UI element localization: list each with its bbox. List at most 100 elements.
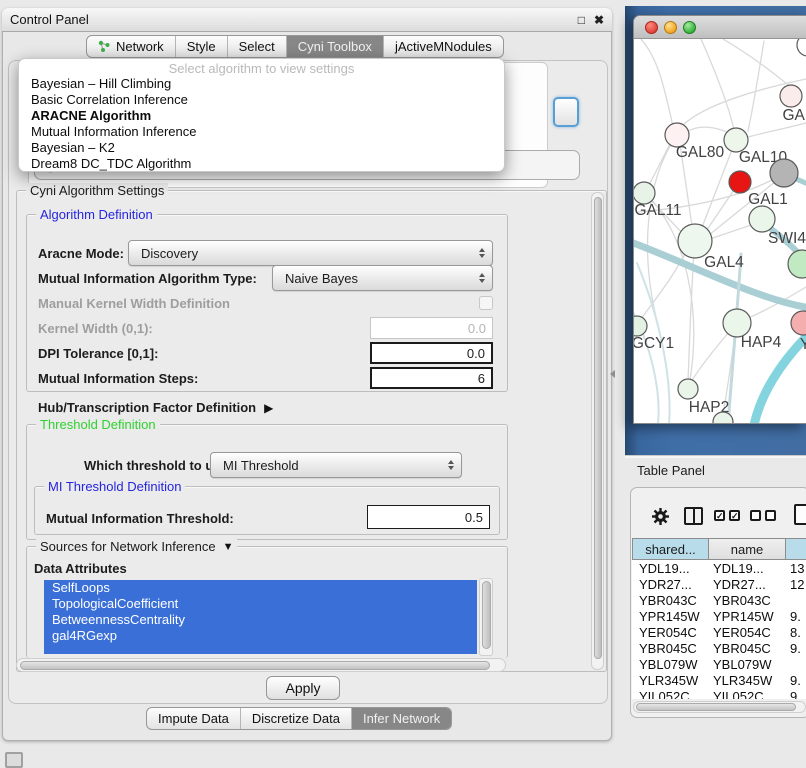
settings-scrollbar-thumb[interactable] <box>594 197 602 659</box>
new-column-icon[interactable] <box>794 504 806 525</box>
tab-style[interactable]: Style <box>175 36 227 57</box>
network-node-hap2[interactable] <box>678 379 698 399</box>
network-node-swi4[interactable] <box>749 206 775 232</box>
mi-steps-value: 6 <box>478 371 485 386</box>
table-row[interactable]: YLR345WYLR345W9. <box>632 673 806 689</box>
table-row[interactable]: YBR045CYBR045C9. <box>632 641 806 657</box>
tab-jactivemnodules-label: jActiveMNodules <box>395 39 492 54</box>
column-header-name[interactable]: name <box>709 538 786 560</box>
algorithm-option[interactable]: Bayesian – K2 <box>19 140 504 156</box>
unchecked-columns-icon[interactable] <box>750 510 776 521</box>
aracne-mode-label: Aracne Mode: <box>38 246 124 261</box>
column-header-shared[interactable]: shared... <box>632 538 709 560</box>
table-row[interactable]: YER054CYER054C8. <box>632 625 806 641</box>
network-node-gal1[interactable] <box>729 171 751 193</box>
mi-algorithm-type-combo[interactable]: Naive Bayes <box>272 265 493 291</box>
checkbox-checked-icon: ✓ <box>729 510 740 521</box>
algorithm-option[interactable]: Bayesian – Hill Climbing <box>19 76 504 92</box>
network-edge[interactable] <box>641 39 673 126</box>
tab-discretize-data[interactable]: Discretize Data <box>240 708 351 729</box>
network-node-top-right[interactable] <box>797 39 806 56</box>
network-canvas[interactable]: GALGAL80GAL10GAL1GAL11SWI4GAL4GCY1HAP4YH… <box>634 39 806 424</box>
tab-network[interactable]: Network <box>87 36 175 57</box>
table-row[interactable]: YDL19...YDL19...13 <box>632 561 806 577</box>
tab-jactivemnodules[interactable]: jActiveMNodules <box>383 36 503 57</box>
data-attribute-item[interactable]: gal4RGexp <box>44 628 477 644</box>
bottom-left-partial-icon[interactable] <box>5 752 23 768</box>
table-cell-shared: YDL19... <box>632 561 709 577</box>
tab-select[interactable]: Select <box>227 36 286 57</box>
network-node-hap4[interactable] <box>723 309 751 337</box>
table-horizontal-scrollbar[interactable] <box>633 701 806 713</box>
attributes-list-scrollbar[interactable] <box>479 578 493 656</box>
control-panel-title: Control Panel <box>10 12 569 27</box>
network-node-green-right[interactable] <box>788 250 806 278</box>
network-node-gcy1[interactable] <box>634 316 647 336</box>
aracne-mode-combo[interactable]: Discovery <box>128 240 493 266</box>
network-node-pink-right[interactable] <box>791 311 806 335</box>
table-row[interactable]: YIL052CYIL052C9 <box>632 689 806 699</box>
network-edge[interactable] <box>634 238 806 308</box>
table-row[interactable]: YPR145WYPR145W9. <box>632 609 806 625</box>
table-cell-name: YIL052C <box>709 689 786 699</box>
network-node-gal4[interactable] <box>678 224 712 258</box>
minimize-traffic-light-icon[interactable] <box>664 21 677 34</box>
tab-style-label: Style <box>187 39 216 54</box>
table-scrollbar-thumb[interactable] <box>636 703 796 711</box>
algorithm-option[interactable]: Dream8 DC_TDC Algorithm <box>19 156 504 172</box>
table-cell-name: YPR145W <box>709 609 786 625</box>
network-edge[interactable] <box>742 123 806 139</box>
checked-columns-icon[interactable]: ✓ ✓ <box>714 510 740 521</box>
network-edge[interactable] <box>687 127 731 135</box>
tab-impute-data[interactable]: Impute Data <box>147 708 240 729</box>
close-traffic-light-icon[interactable] <box>645 21 658 34</box>
network-node-gray-node[interactable] <box>770 159 798 187</box>
network-node-label: GAL1 <box>748 191 788 208</box>
table-cell-value: 9. <box>786 609 806 625</box>
column-split-icon[interactable] <box>684 507 703 525</box>
table-cell-name: YBR043C <box>709 593 786 609</box>
table-row[interactable]: YDR27...YDR27...12 <box>632 577 806 593</box>
which-threshold-combo[interactable]: MI Threshold <box>210 452 462 478</box>
data-attribute-item[interactable]: TopologicalCoefficient <box>44 596 477 612</box>
column-header-partial[interactable]: A <box>786 538 806 560</box>
settings-vertical-scrollbar[interactable] <box>591 192 604 670</box>
algorithm-option-selected[interactable]: ARACNE Algorithm <box>19 108 504 124</box>
mutual-information-threshold-value: 0.5 <box>465 510 483 525</box>
focused-combo-end[interactable] <box>553 97 579 127</box>
data-attribute-item[interactable]: SelfLoops <box>44 580 477 596</box>
close-window-icon[interactable]: ✖ <box>594 13 604 27</box>
tab-infer-network[interactable]: Infer Network <box>351 708 451 729</box>
data-attribute-item[interactable]: BetweennessCentrality <box>44 612 477 628</box>
network-window-titlebar[interactable] <box>634 16 806 39</box>
network-edge[interactable] <box>701 39 734 130</box>
gear-icon[interactable] <box>650 506 670 526</box>
sources-toggle[interactable]: Sources for Network Inference ▼ <box>36 539 237 554</box>
algorithm-option[interactable]: Mutual Information Inference <box>19 124 504 140</box>
control-panel-titlebar[interactable]: Control Panel □ ✖ <box>2 8 612 32</box>
data-attribute-item-partial[interactable] <box>44 644 477 654</box>
mi-steps-field[interactable]: 6 <box>370 367 493 389</box>
network-edge[interactable] <box>748 41 764 131</box>
table-row[interactable]: YBR043CYBR043C <box>632 593 806 609</box>
apply-button[interactable]: Apply <box>266 676 340 700</box>
float-window-icon[interactable]: □ <box>578 13 585 27</box>
network-node-label: Y <box>800 336 806 353</box>
tab-cyni-toolbox[interactable]: Cyni Toolbox <box>286 36 383 57</box>
manual-kernel-width-checkbox[interactable] <box>479 296 493 310</box>
mutual-information-threshold-field[interactable]: 0.5 <box>367 505 490 529</box>
horizontal-scrollbar-thumb[interactable] <box>20 661 490 670</box>
table-row[interactable]: YBL079WYBL079W <box>632 657 806 673</box>
network-node-gal-cut[interactable] <box>780 85 802 107</box>
hub-definition-toggle[interactable]: Hub/Transcription Factor Definition ▶ <box>38 400 273 415</box>
attributes-scrollbar-thumb[interactable] <box>482 581 491 649</box>
zoom-traffic-light-icon[interactable] <box>683 21 696 34</box>
settings-horizontal-scrollbar[interactable] <box>16 658 506 672</box>
dpi-tolerance-field[interactable]: 0.0 <box>370 342 493 364</box>
table-cell-name: YBL079W <box>709 657 786 673</box>
network-node-label: GAL4 <box>704 254 744 271</box>
kernel-width-field[interactable]: 0.0 <box>370 317 493 339</box>
algorithm-option[interactable]: Basic Correlation Inference <box>19 92 504 108</box>
panel-resize-handle[interactable] <box>610 370 615 378</box>
network-node-gal11[interactable] <box>634 182 655 204</box>
